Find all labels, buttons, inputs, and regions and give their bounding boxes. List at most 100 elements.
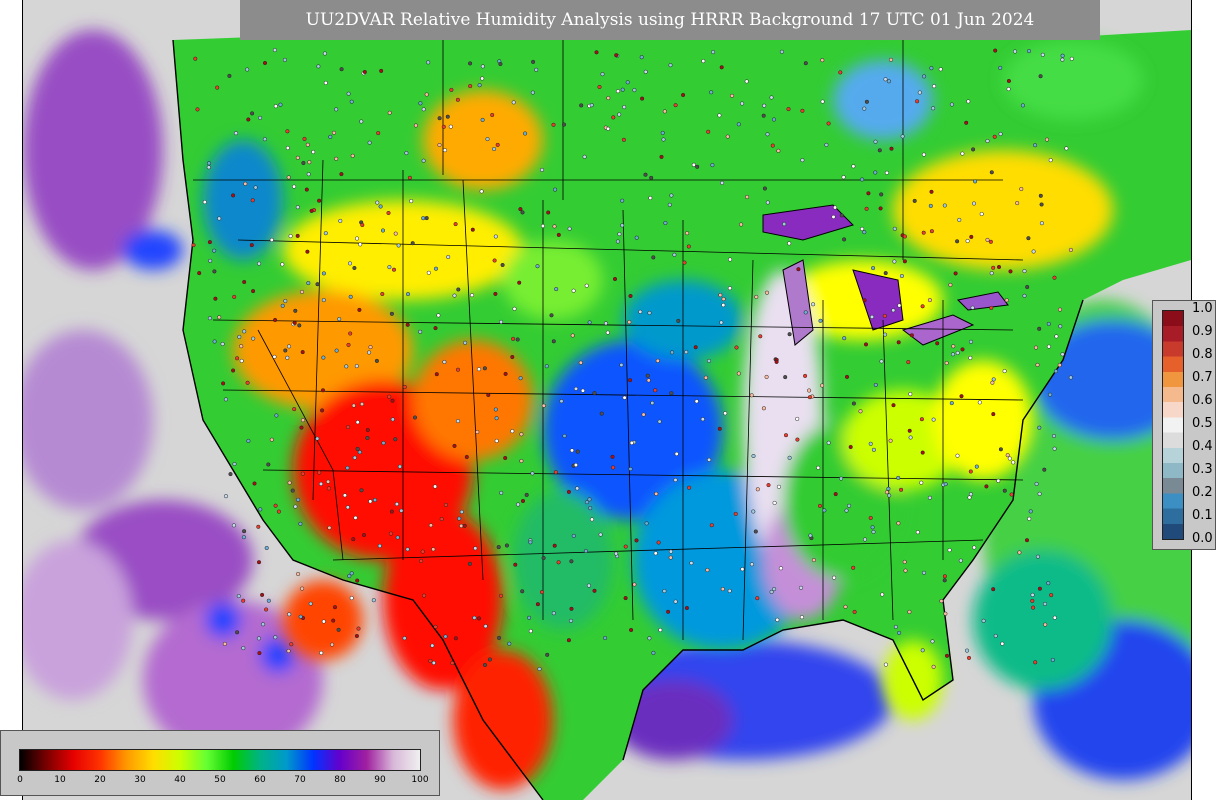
station-dot	[262, 137, 267, 142]
station-dot	[377, 543, 382, 548]
right-colorbar-tick: 0.5	[1192, 416, 1213, 431]
station-dot	[477, 83, 482, 88]
station-dot	[811, 302, 816, 307]
station-dot	[243, 181, 248, 186]
station-dot	[519, 432, 524, 437]
station-dot	[887, 493, 892, 498]
station-dot	[467, 561, 472, 566]
station-dot	[862, 298, 867, 303]
station-dot	[1052, 446, 1057, 451]
station-dot	[321, 271, 326, 276]
bottom-colorbar-tick: 100	[411, 775, 429, 785]
station-dot	[223, 397, 228, 402]
station-dot	[899, 487, 904, 492]
station-dot	[807, 395, 812, 400]
station-dot	[879, 359, 884, 364]
station-dot	[359, 402, 365, 407]
station-dot	[1042, 467, 1047, 472]
station-dot	[334, 348, 339, 353]
station-dot	[958, 558, 963, 563]
station-dot	[928, 203, 933, 208]
station-dot	[418, 329, 423, 334]
station-dot	[191, 243, 196, 248]
station-dot	[736, 122, 741, 127]
station-dot	[622, 105, 627, 110]
station-dot	[1007, 456, 1012, 461]
station-dot	[786, 107, 791, 112]
station-dot	[320, 388, 326, 393]
station-dot	[507, 641, 512, 646]
station-dot	[235, 356, 240, 361]
station-dot	[360, 222, 365, 228]
station-dot	[641, 412, 646, 417]
station-dot	[917, 90, 922, 95]
station-dot	[864, 99, 869, 104]
station-dot	[800, 158, 805, 163]
station-dot	[393, 437, 398, 442]
station-dot	[347, 574, 352, 579]
station-dot	[437, 142, 442, 148]
station-dot	[455, 367, 461, 372]
station-dot	[535, 264, 540, 269]
station-dot	[295, 155, 300, 160]
station-dot	[251, 336, 256, 341]
station-dot	[639, 55, 644, 60]
station-dot	[723, 411, 728, 416]
station-dot	[930, 639, 935, 644]
station-dot	[808, 533, 813, 538]
bottom-colorbar-tick: 50	[214, 775, 226, 785]
station-dot	[858, 409, 863, 414]
station-dot	[672, 252, 677, 257]
station-dot	[1043, 622, 1048, 627]
station-dot	[703, 375, 708, 380]
station-dot	[988, 239, 993, 244]
station-dot	[1039, 202, 1044, 207]
station-dot	[606, 96, 611, 101]
station-dot	[661, 137, 666, 142]
station-dot	[386, 210, 391, 216]
station-dot	[455, 419, 461, 424]
station-dot	[285, 129, 290, 134]
station-dot	[375, 200, 380, 205]
station-dot	[332, 605, 338, 610]
station-dot	[902, 259, 907, 264]
station-dot	[839, 213, 844, 218]
station-dot	[480, 76, 485, 81]
station-dot	[653, 551, 658, 556]
station-dot	[951, 344, 956, 349]
station-dot	[212, 269, 217, 274]
station-dot	[445, 114, 450, 119]
station-dot	[592, 588, 597, 593]
station-dot	[1051, 433, 1057, 439]
station-dot	[541, 403, 546, 408]
station-dot	[968, 339, 974, 344]
station-dot	[844, 374, 850, 379]
station-dot	[571, 288, 576, 293]
station-dot	[787, 241, 792, 246]
station-dot	[551, 122, 556, 127]
station-dot	[871, 447, 876, 452]
station-dot	[868, 441, 873, 446]
station-dot	[966, 655, 972, 660]
station-dot	[908, 392, 913, 397]
station-dot	[464, 454, 469, 460]
station-dot	[842, 336, 847, 341]
station-dot	[257, 651, 262, 656]
station-dot	[250, 198, 255, 203]
humidity-map[interactable]	[22, 0, 1192, 800]
station-dot	[646, 378, 651, 383]
station-dot	[973, 179, 978, 184]
station-dot	[482, 366, 487, 371]
station-dot	[1031, 249, 1036, 254]
station-dot	[245, 380, 250, 385]
station-dot	[833, 492, 838, 497]
station-dot	[261, 622, 266, 627]
station-dot	[977, 400, 982, 405]
station-dot	[441, 124, 446, 129]
station-dot	[612, 276, 618, 282]
station-dot	[736, 371, 741, 376]
station-dot	[1009, 492, 1014, 497]
station-dot	[851, 565, 856, 570]
station-dot	[942, 578, 947, 583]
station-dot	[493, 291, 498, 296]
